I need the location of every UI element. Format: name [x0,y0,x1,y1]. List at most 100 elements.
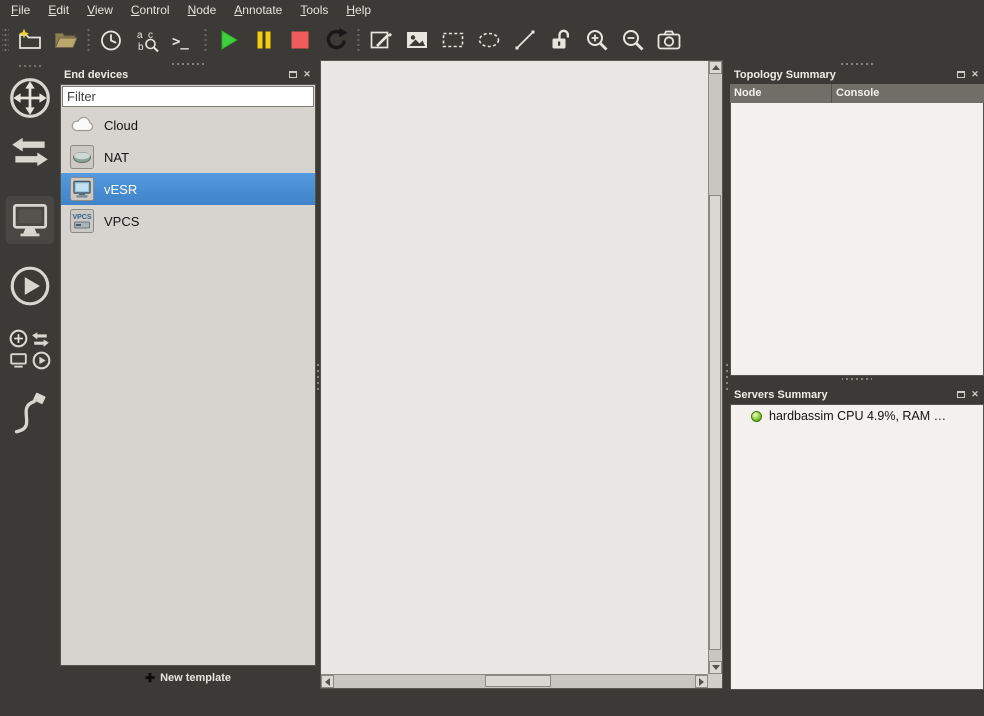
browse-all-devices-button[interactable] [6,326,54,374]
end-devices-body: Cloud NAT [60,84,316,666]
insert-image-icon [404,27,430,53]
snapshot-button[interactable] [93,22,129,58]
svg-text:b: b [138,42,144,53]
insert-image-button[interactable] [399,22,435,58]
device-list: Cloud NAT [61,109,315,665]
reload-button[interactable] [318,22,354,58]
horizontal-scrollbar[interactable] [321,674,708,688]
dock-drag-handle[interactable] [838,62,876,66]
draw-ellipse-button[interactable] [471,22,507,58]
device-item-label: VPCS [104,214,139,229]
device-item-label: NAT [104,150,129,165]
dock-close-button[interactable]: ✕ [969,388,981,400]
servers-dock-header: Servers Summary ✕ [730,382,984,404]
add-link-icon [7,389,53,439]
new-project-button[interactable] [12,22,48,58]
draw-rectangle-button[interactable] [435,22,471,58]
toolbar-drag-handle[interactable] [16,63,44,69]
menu-annotate[interactable]: Annotate [225,1,291,20]
column-header-node[interactable]: Node [730,84,832,103]
new-project-icon [17,27,43,53]
topology-summary-panel: Topology Summary ✕ Node Console [730,60,984,376]
splitter-grip [316,362,320,392]
screenshot-button[interactable] [651,22,687,58]
console-all-button[interactable]: >_ [165,22,201,58]
dock-close-button[interactable]: ✕ [969,68,981,80]
splitter-left[interactable] [315,362,321,392]
vertical-scrollbar[interactable] [708,61,722,674]
lock-button[interactable] [543,22,579,58]
all-devices-icon [7,327,53,373]
zoom-out-icon [620,27,646,53]
browse-routers-button[interactable] [6,74,54,122]
browse-end-devices-button[interactable] [6,196,54,244]
device-item-label: Cloud [104,118,138,133]
device-item-vpcs[interactable]: VPCS VPCS [61,205,315,237]
add-link-button[interactable] [6,386,54,442]
interface-labels-icon: a c b [134,27,160,53]
nat-icon [69,144,95,170]
device-type-toolbar [0,60,60,716]
toolbar-drag-handle[interactable] [2,27,9,53]
suspend-button[interactable] [246,22,282,58]
gns3-window: File Edit View Control Node Annotate Too… [0,0,984,716]
scroll-up-button[interactable] [709,61,722,74]
canvas-frame [320,60,723,689]
start-icon [215,27,241,53]
filter-input[interactable] [62,86,314,107]
device-item-vesr[interactable]: vESR [61,173,315,205]
svg-text:VPCS: VPCS [72,214,91,221]
dock-float-button[interactable] [955,388,967,400]
scroll-down-button[interactable] [709,661,722,674]
interface-labels-button[interactable]: a c b [129,22,165,58]
topology-canvas[interactable] [321,61,708,674]
zoom-in-button[interactable] [579,22,615,58]
server-item[interactable]: hardbassim CPU 4.9%, RAM … [731,405,983,423]
dock-float-button[interactable] [955,68,967,80]
new-template-button[interactable]: ✚ New template [60,666,316,690]
dock-drag-handle[interactable] [169,62,207,66]
open-project-button[interactable] [48,22,84,58]
menu-tools[interactable]: Tools [291,1,337,20]
end-devices-title: End devices [64,69,128,81]
menu-bar: File Edit View Control Node Annotate Too… [0,0,984,20]
end-devices-dock-header: End devices ✕ [60,60,316,84]
float-icon [957,391,965,398]
server-status-icon [751,411,762,422]
plus-icon: ✚ [145,671,155,685]
device-item-nat[interactable]: NAT [61,141,315,173]
menu-control[interactable]: Control [122,1,179,20]
add-note-button[interactable] [363,22,399,58]
float-icon [957,71,965,78]
scroll-left-button[interactable] [321,675,334,688]
column-header-console[interactable]: Console [832,84,984,103]
zoom-out-button[interactable] [615,22,651,58]
browse-security-devices-button[interactable] [6,262,54,310]
cloud-icon [69,112,95,138]
device-item-label: vESR [104,182,137,197]
server-item-label: hardbassim CPU 4.9%, RAM … [769,409,946,423]
device-item-cloud[interactable]: Cloud [61,109,315,141]
svg-text:a: a [137,30,143,41]
menu-view[interactable]: View [78,1,122,20]
main-toolbar: a c b >_ [0,20,984,60]
zoom-in-icon [584,27,610,53]
start-button[interactable] [210,22,246,58]
topology-summary-title: Topology Summary [734,69,836,81]
draw-line-button[interactable] [507,22,543,58]
horizontal-scroll-thumb[interactable] [485,675,551,687]
vertical-scroll-thumb[interactable] [709,195,721,650]
menu-file[interactable]: File [2,1,39,20]
menu-node[interactable]: Node [179,1,226,20]
reload-icon [323,27,349,53]
scroll-right-button[interactable] [695,675,708,688]
stop-button[interactable] [282,22,318,58]
toolbar-separator [355,28,362,52]
dock-float-button[interactable] [287,68,299,80]
browse-switches-button[interactable] [6,128,54,176]
menu-edit[interactable]: Edit [39,1,78,20]
dock-close-button[interactable]: ✕ [301,68,313,80]
topology-tree[interactable] [730,103,984,376]
servers-summary-panel: Servers Summary ✕ hardbassim CPU 4.9%, R… [730,382,984,690]
menu-help[interactable]: Help [337,1,380,20]
